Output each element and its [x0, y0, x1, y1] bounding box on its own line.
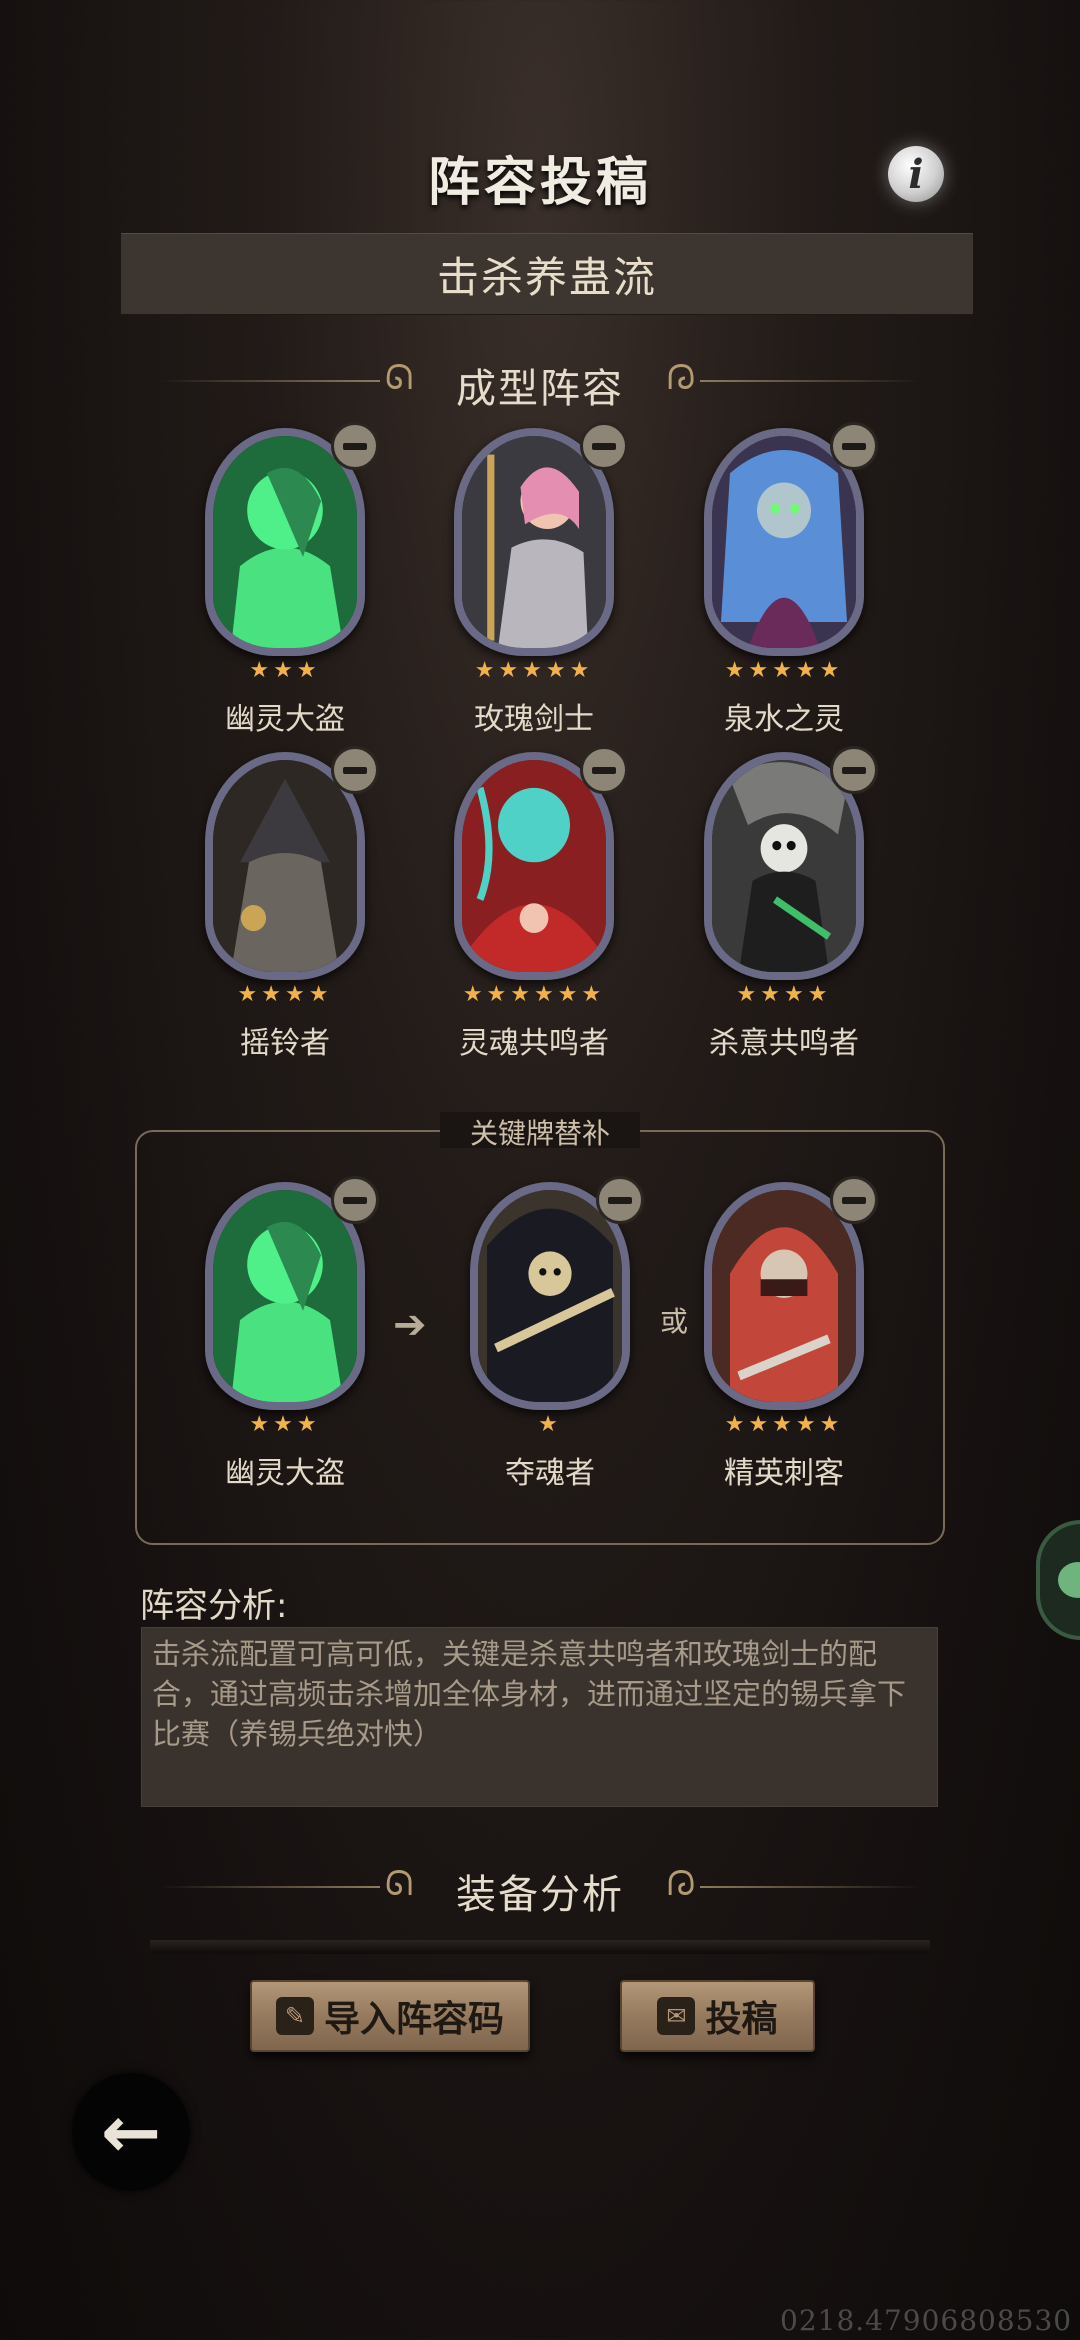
hero-card-ghost-thief[interactable]: ★★★ 幽灵大盗	[195, 422, 379, 737]
hero-card-spring-spirit[interactable]: ★★★★★ 泉水之灵	[694, 422, 878, 737]
remove-minus-icon[interactable]	[830, 422, 878, 470]
hero-card-bell-ringer[interactable]: ★★★★ 摇铃者	[195, 746, 379, 1061]
import-lineup-button[interactable]: ✎ 导入阵容码	[250, 1980, 530, 2052]
hero-card-rose-swordsman[interactable]: ★★★★★ 玫瑰剑士	[444, 422, 628, 737]
star-rating: ★★★★★	[724, 658, 844, 683]
back-arrow-icon[interactable]: ←	[72, 2073, 190, 2191]
submit-button[interactable]: ✉ 投稿	[620, 1980, 815, 2052]
star-rating: ★★★★	[237, 982, 333, 1007]
hero-name: 精英刺客	[724, 1456, 844, 1491]
core-lineup-header: ᘏ 成型阵容 ᘏ	[150, 346, 930, 416]
remove-minus-icon[interactable]	[596, 1176, 644, 1224]
remove-minus-icon[interactable]	[580, 422, 628, 470]
equipment-title: 装备分析	[456, 1872, 624, 1918]
lineup-name-field[interactable]: 击杀养蛊流	[121, 233, 973, 315]
remove-minus-icon[interactable]	[331, 422, 379, 470]
star-rating: ★★★★★	[474, 658, 594, 683]
equipment-header: ᘏ 装备分析 ᘏ	[150, 1852, 930, 1922]
star-rating: ★★★	[249, 658, 321, 683]
hero-card-soul-reaper[interactable]: ★ 夺魂者	[460, 1176, 644, 1491]
remove-minus-icon[interactable]	[830, 746, 878, 794]
remove-minus-icon[interactable]	[830, 1176, 878, 1224]
remove-minus-icon[interactable]	[580, 746, 628, 794]
star-rating: ★★★★★	[724, 1412, 844, 1437]
hero-name: 泉水之灵	[724, 702, 844, 737]
hero-name: 幽灵大盗	[225, 1456, 345, 1491]
core-lineup-title: 成型阵容	[456, 366, 624, 412]
scroll-fade	[150, 1940, 930, 1954]
chat-bubble-icon[interactable]	[1036, 1520, 1080, 1640]
info-icon[interactable]: i	[888, 146, 944, 202]
remove-minus-icon[interactable]	[331, 1176, 379, 1224]
star-rating: ★	[538, 1412, 562, 1437]
substitute-title: 关键牌替补	[440, 1112, 640, 1150]
swirl-ornament-icon: ᘏ	[666, 358, 695, 398]
import-lineup-label: 导入阵容码	[323, 1999, 504, 2040]
star-rating: ★★★★	[736, 982, 832, 1007]
swirl-ornament-icon: ᘏ	[666, 1864, 695, 1904]
watermark-text: 0218.47906808530	[780, 2304, 1073, 2337]
hero-name: 灵魂共鸣者	[459, 1026, 609, 1061]
scroll-icon: ✉	[657, 1997, 696, 2035]
star-rating: ★★★	[249, 1412, 321, 1437]
arrow-right-icon: ➔	[393, 1302, 427, 1348]
hero-name: 玫瑰剑士	[474, 702, 594, 737]
star-rating: ★★★★★★	[462, 982, 606, 1007]
analysis-label: 阵容分析:	[140, 1586, 288, 1626]
hero-name: 幽灵大盗	[225, 702, 345, 737]
hero-name: 摇铃者	[240, 1026, 330, 1061]
hero-card-ghost-thief[interactable]: ★★★ 幽灵大盗	[195, 1176, 379, 1491]
remove-minus-icon[interactable]	[331, 746, 379, 794]
hero-name: 杀意共鸣者	[709, 1026, 859, 1061]
hero-name: 夺魂者	[505, 1456, 595, 1491]
edit-doc-icon: ✎	[275, 1997, 314, 2035]
or-label: 或	[660, 1305, 689, 1338]
submit-label: 投稿	[705, 1999, 778, 2040]
hero-card-killing-resonator[interactable]: ★★★★ 杀意共鸣者	[694, 746, 878, 1061]
hero-card-soul-resonator[interactable]: ★★★★★★ 灵魂共鸣者	[444, 746, 628, 1061]
hero-card-elite-assassin[interactable]: ★★★★★ 精英刺客	[694, 1176, 878, 1491]
analysis-textarea[interactable]: 击杀流配置可高可低，关键是杀意共鸣者和玫瑰剑士的配合，通过高频击杀增加全体身材，…	[141, 1627, 938, 1807]
